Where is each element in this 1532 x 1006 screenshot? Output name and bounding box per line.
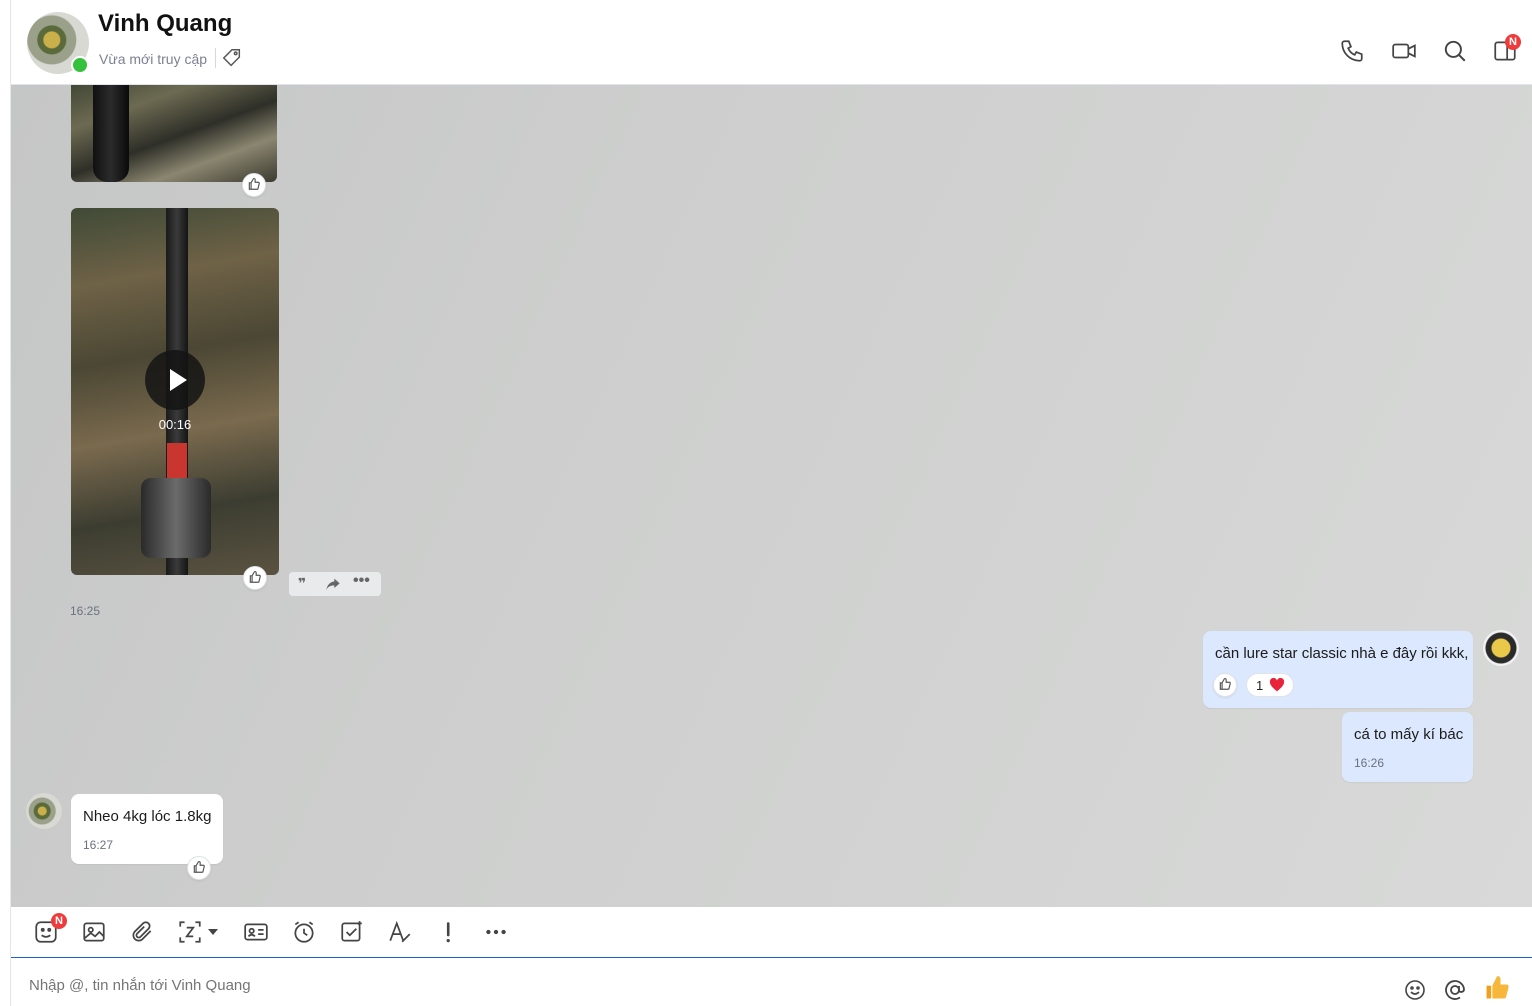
notification-badge: N xyxy=(1505,34,1521,50)
message-text: cá to mấy kí bác xyxy=(1354,726,1464,743)
thumbs-up-icon xyxy=(248,178,260,190)
video-call-icon[interactable] xyxy=(1391,38,1417,64)
tag-icon[interactable] xyxy=(221,47,243,69)
photo-content xyxy=(93,85,129,182)
search-icon[interactable] xyxy=(1442,38,1468,64)
thumbs-up-icon xyxy=(249,571,261,583)
photo-message[interactable] xyxy=(71,85,277,182)
message-time: 16:25 xyxy=(70,604,101,618)
emoji-icon[interactable] xyxy=(1403,978,1427,1002)
outgoing-message[interactable]: cá to mấy kí bác 16:26 xyxy=(1342,712,1473,782)
video-message[interactable]: 00:16 xyxy=(71,208,279,575)
message-text: Nheo 4kg lóc 1.8kg xyxy=(83,808,212,825)
thumbs-up-icon xyxy=(1219,678,1231,690)
message-text: cần lure star classic nhà e đây rồi kkk, xyxy=(1215,645,1469,662)
thumbs-up-icon xyxy=(193,861,205,873)
reaction-summary[interactable]: 1 xyxy=(1246,673,1294,697)
message-input[interactable] xyxy=(27,976,1331,995)
more-icon[interactable]: ••• xyxy=(353,572,370,590)
reminder-clock-icon[interactable] xyxy=(291,919,317,945)
status-divider xyxy=(215,48,216,68)
message-composer xyxy=(11,958,1532,1006)
contact-card-icon[interactable] xyxy=(243,919,269,945)
image-icon[interactable] xyxy=(81,919,107,945)
sticker-badge: N xyxy=(51,913,67,929)
video-thumbnail-detail xyxy=(167,443,187,483)
reaction-count: 1 xyxy=(1256,678,1264,693)
like-reaction-button[interactable] xyxy=(242,173,266,197)
chat-header: Vinh Quang Vừa mới truy cập N xyxy=(11,0,1532,85)
task-checkbox-icon[interactable] xyxy=(339,919,365,945)
more-options-icon[interactable] xyxy=(483,919,509,945)
incoming-message[interactable]: Nheo 4kg lóc 1.8kg 16:27 xyxy=(71,794,223,864)
like-reaction-button[interactable] xyxy=(243,566,267,590)
left-strip xyxy=(0,0,11,1006)
message-time: 16:26 xyxy=(1354,756,1385,770)
my-avatar[interactable] xyxy=(1483,630,1519,666)
online-status-dot xyxy=(71,56,89,74)
like-reaction-button[interactable] xyxy=(1213,673,1237,697)
phone-call-icon[interactable] xyxy=(1339,38,1365,64)
mention-icon[interactable] xyxy=(1443,978,1467,1002)
message-actions: ❞ ••• xyxy=(289,572,381,596)
like-reaction-button[interactable] xyxy=(187,856,211,880)
quote-icon[interactable]: ❞ xyxy=(298,575,306,592)
video-thumbnail-reel xyxy=(141,478,211,558)
video-duration: 00:16 xyxy=(158,417,192,432)
attachment-icon[interactable] xyxy=(129,919,155,945)
message-time: 16:27 xyxy=(83,838,114,852)
heart-icon xyxy=(1269,678,1285,692)
text-format-icon[interactable] xyxy=(387,919,413,945)
outgoing-message[interactable]: cần lure star classic nhà e đây rồi kkk,… xyxy=(1203,631,1473,708)
contact-status: Vừa mới truy cập xyxy=(99,51,208,67)
play-button[interactable] xyxy=(145,350,205,410)
chevron-down-icon[interactable] xyxy=(207,928,219,936)
contact-avatar-small[interactable] xyxy=(26,793,62,829)
quick-like-icon[interactable] xyxy=(1483,974,1511,1002)
forward-icon[interactable] xyxy=(325,577,341,591)
urgent-icon[interactable] xyxy=(435,919,461,945)
contact-name[interactable]: Vinh Quang xyxy=(98,10,232,38)
composer-toolbar: N xyxy=(11,907,1532,958)
screenshot-icon[interactable] xyxy=(177,919,203,945)
message-list[interactable]: 00:16 ❞ ••• 16:25 cần lure star classic … xyxy=(11,85,1532,907)
